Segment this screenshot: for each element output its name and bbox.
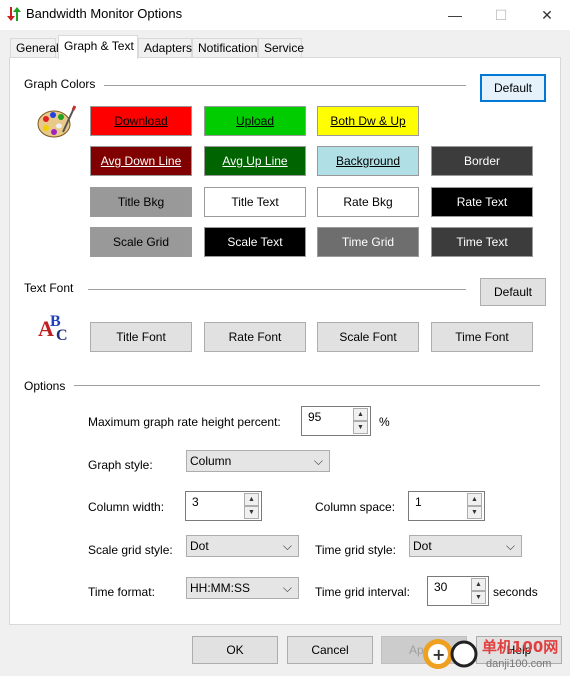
- max-rate-label: Maximum graph rate height percent:: [88, 415, 281, 429]
- site-watermark: + 单机100网 danji100.com: [420, 632, 570, 676]
- svg-text:C: C: [56, 327, 68, 344]
- window-title: Bandwidth Monitor Options: [26, 6, 183, 21]
- seconds-label: seconds: [493, 585, 538, 599]
- spin-down-icon[interactable]: ▼: [244, 506, 259, 519]
- chevron-down-icon: ⌵: [282, 539, 292, 553]
- title-font-button[interactable]: Title Font: [90, 322, 192, 352]
- palette-icon: [37, 105, 76, 138]
- column-space-label: Column space:: [315, 500, 396, 514]
- graph-style-value: Column: [190, 454, 232, 468]
- minimize-icon: —: [448, 7, 462, 23]
- color-button-scale-grid[interactable]: Scale Grid: [90, 227, 192, 257]
- time-font-button[interactable]: Time Font: [431, 322, 533, 352]
- maximize-button[interactable]: ☐: [478, 0, 524, 30]
- time-grid-interval-value: 30: [434, 580, 448, 594]
- graph-colors-divider: [104, 85, 466, 86]
- close-icon: ✕: [541, 6, 553, 23]
- color-button-time-text[interactable]: Time Text: [431, 227, 533, 257]
- column-width-spinner[interactable]: 3 ▲ ▼: [185, 491, 262, 521]
- tab-general[interactable]: General: [10, 38, 59, 58]
- svg-text:+: +: [432, 645, 445, 664]
- spin-up-icon[interactable]: ▲: [244, 493, 259, 506]
- spin-down-icon[interactable]: ▼: [353, 421, 368, 434]
- rate-font-button[interactable]: Rate Font: [204, 322, 306, 352]
- title-bar: Bandwidth Monitor Options — ☐ ✕: [0, 0, 570, 30]
- time-grid-interval-label: Time grid interval:: [315, 585, 410, 599]
- color-button-rate-text[interactable]: Rate Text: [431, 187, 533, 217]
- color-button-avg-down-line[interactable]: Avg Down Line: [90, 146, 192, 176]
- text-font-label: Text Font: [24, 281, 74, 295]
- color-button-title-text[interactable]: Title Text: [204, 187, 306, 217]
- time-format-value: HH:MM:SS: [190, 581, 250, 595]
- max-rate-spinner[interactable]: 95 ▲ ▼: [301, 406, 371, 436]
- tab-notification[interactable]: Notification: [192, 38, 258, 58]
- color-button-upload[interactable]: Upload: [204, 106, 306, 136]
- spin-up-icon[interactable]: ▲: [467, 493, 482, 506]
- column-space-spinner[interactable]: 1 ▲ ▼: [408, 491, 485, 521]
- color-button-border[interactable]: Border: [431, 146, 533, 176]
- text-font-default-button[interactable]: Default: [480, 278, 546, 306]
- spin-up-icon[interactable]: ▲: [471, 578, 486, 591]
- tab-graph-text[interactable]: Graph & Text: [58, 35, 138, 59]
- time-grid-style-select[interactable]: Dot ⌵: [409, 535, 522, 557]
- color-button-title-bkg[interactable]: Title Bkg: [90, 187, 192, 217]
- app-arrows-icon: [7, 7, 21, 21]
- maximize-icon: ☐: [494, 6, 508, 23]
- options-label: Options: [24, 379, 66, 393]
- chevron-down-icon: ⌵: [282, 581, 292, 595]
- scale-font-button[interactable]: Scale Font: [317, 322, 419, 352]
- tab-adapters[interactable]: Adapters: [138, 38, 192, 58]
- percent-label: %: [379, 415, 390, 429]
- scale-grid-style-value: Dot: [190, 539, 209, 553]
- column-width-label: Column width:: [88, 500, 165, 514]
- color-button-rate-bkg[interactable]: Rate Bkg: [317, 187, 419, 217]
- color-button-download[interactable]: Download: [90, 106, 192, 136]
- color-button-time-grid[interactable]: Time Grid: [317, 227, 419, 257]
- cancel-button[interactable]: Cancel: [287, 636, 373, 664]
- graph-colors-default-button[interactable]: Default: [480, 74, 546, 102]
- color-button-avg-up-line[interactable]: Avg Up Line: [204, 146, 306, 176]
- time-grid-style-label: Time grid style:: [315, 543, 396, 557]
- max-rate-value: 95: [308, 410, 322, 424]
- time-grid-style-value: Dot: [413, 539, 432, 553]
- column-width-value: 3: [192, 495, 199, 509]
- minimize-button[interactable]: —: [432, 0, 478, 30]
- color-button-both-dw-up[interactable]: Both Dw & Up: [317, 106, 419, 136]
- spin-down-icon[interactable]: ▼: [467, 506, 482, 519]
- scale-grid-style-label: Scale grid style:: [88, 543, 173, 557]
- close-button[interactable]: ✕: [524, 0, 570, 30]
- chevron-down-icon: ⌵: [505, 539, 515, 553]
- graph-style-label: Graph style:: [88, 458, 153, 472]
- graph-style-select[interactable]: Column ⌵: [186, 450, 330, 472]
- abc-font-icon: A B C: [38, 313, 68, 344]
- scale-grid-style-select[interactable]: Dot ⌵: [186, 535, 299, 557]
- color-button-scale-text[interactable]: Scale Text: [204, 227, 306, 257]
- text-font-divider: [88, 289, 466, 290]
- time-format-select[interactable]: HH:MM:SS ⌵: [186, 577, 299, 599]
- color-button-background[interactable]: Background: [317, 146, 419, 176]
- column-space-value: 1: [415, 495, 422, 509]
- chevron-down-icon: ⌵: [313, 454, 323, 468]
- tab-service[interactable]: Service: [258, 38, 304, 58]
- watermark-site-name: 单机100网: [482, 638, 559, 656]
- time-grid-interval-spinner[interactable]: 30 ▲ ▼: [427, 576, 489, 606]
- watermark-logo-icon: +: [423, 639, 478, 669]
- graph-colors-label: Graph Colors: [24, 77, 96, 91]
- time-format-label: Time format:: [88, 585, 155, 599]
- options-divider: [74, 385, 540, 386]
- spin-up-icon[interactable]: ▲: [353, 408, 368, 421]
- tab-panel: Graph Colors Default Download Upload Both …: [9, 57, 561, 625]
- ok-button[interactable]: OK: [192, 636, 278, 664]
- watermark-site-url: danji100.com: [486, 658, 552, 670]
- spin-down-icon[interactable]: ▼: [471, 591, 486, 604]
